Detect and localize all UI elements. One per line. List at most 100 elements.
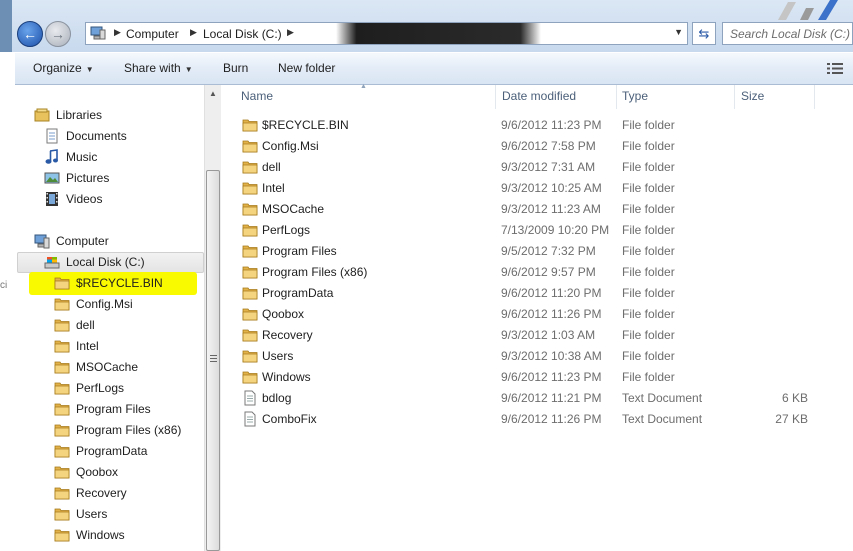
file-name: Recovery	[262, 328, 313, 342]
file-row[interactable]: bdlog 9/6/2012 11:21 PM Text Document 6 KB	[221, 388, 853, 409]
column-divider[interactable]	[814, 85, 815, 109]
file-row[interactable]: Qoobox 9/6/2012 11:26 PM File folder	[221, 304, 853, 325]
file-row[interactable]: dell 9/3/2012 7:31 AM File folder	[221, 157, 853, 178]
file-row[interactable]: Config.Msi 9/6/2012 7:58 PM File folder	[221, 136, 853, 157]
computer-icon	[34, 234, 50, 249]
folder-icon	[242, 264, 258, 280]
file-row[interactable]: Recovery 9/3/2012 1:03 AM File folder	[221, 325, 853, 346]
file-date-modified: 9/6/2012 11:20 PM	[501, 286, 602, 300]
file-row[interactable]: Intel 9/3/2012 10:25 AM File folder	[221, 178, 853, 199]
nav-item-pictures[interactable]: Pictures	[44, 168, 109, 188]
nav-folder-item[interactable]: $RECYCLE.BIN	[54, 273, 163, 293]
folder-icon	[242, 327, 258, 343]
file-date-modified: 9/5/2012 7:32 PM	[501, 244, 596, 258]
file-name: MSOCache	[262, 202, 325, 216]
nav-folder-item[interactable]: dell	[54, 315, 95, 335]
new-folder-button[interactable]: New folder	[278, 61, 335, 75]
nav-folder-item[interactable]: Program Files	[54, 399, 151, 419]
file-row[interactable]: Program Files (x86) 9/6/2012 9:57 PM File …	[221, 262, 853, 283]
file-name: Intel	[262, 181, 285, 195]
file-row[interactable]: Program Files 9/5/2012 7:32 PM File folder	[221, 241, 853, 262]
nav-item-music[interactable]: Music	[44, 147, 97, 167]
column-divider[interactable]	[495, 85, 496, 109]
column-header-type[interactable]: Type	[622, 89, 648, 103]
folder-icon	[242, 243, 258, 259]
file-date-modified: 7/13/2009 10:20 PM	[501, 223, 610, 237]
text-document-icon	[242, 411, 258, 427]
breadcrumb-separator-icon[interactable]: ▶	[114, 27, 121, 38]
scroll-up-icon[interactable]: ▲	[205, 85, 221, 102]
file-row[interactable]: ComboFix 9/6/2012 11:26 PM Text Document 27…	[221, 409, 853, 430]
file-row[interactable]: $RECYCLE.BIN 9/6/2012 11:23 PM File folder	[221, 115, 853, 136]
nav-folder-label: Qoobox	[76, 465, 119, 479]
breadcrumb-separator-icon[interactable]: ▶	[287, 27, 294, 38]
nav-folder-item[interactable]: Intel	[54, 336, 99, 356]
back-button[interactable]: ←	[17, 21, 43, 47]
refresh-button[interactable]: ⇆	[692, 22, 716, 45]
nav-item-libraries[interactable]: Libraries	[34, 105, 102, 125]
column-divider[interactable]	[734, 85, 735, 109]
file-name: ComboFix	[262, 412, 317, 426]
burn-button[interactable]: Burn	[223, 61, 248, 75]
file-type: Text Document	[622, 391, 703, 405]
nav-scrollbar-thumb[interactable]	[206, 170, 220, 551]
forward-button[interactable]: →	[45, 21, 71, 47]
change-view-icon[interactable]	[827, 62, 843, 75]
file-type: File folder	[622, 244, 675, 258]
nav-folder-item[interactable]: MSOCache	[54, 357, 138, 377]
nav-folder-item[interactable]: ProgramData	[54, 441, 147, 461]
folder-icon	[54, 275, 70, 291]
nav-folder-item[interactable]: Config.Msi	[54, 294, 133, 314]
folder-icon	[54, 422, 70, 438]
refresh-icon: ⇆	[698, 25, 710, 41]
nav-item-local-disk[interactable]: Local Disk (C:)	[44, 252, 145, 272]
nav-item-label: Videos	[66, 192, 103, 206]
file-row[interactable]: MSOCache 9/3/2012 11:23 AM File folder	[221, 199, 853, 220]
file-date-modified: 9/3/2012 10:38 AM	[501, 349, 602, 363]
file-row[interactable]: ProgramData 9/6/2012 11:20 PM File folder	[221, 283, 853, 304]
chevron-down-icon[interactable]: ▼	[674, 27, 683, 37]
file-row[interactable]: Windows 9/6/2012 11:23 PM File folder	[221, 367, 853, 388]
file-type: File folder	[622, 181, 675, 195]
organize-button[interactable]: Organize ▼	[33, 61, 94, 75]
nav-folder-item[interactable]: Windows	[54, 525, 125, 545]
file-type: File folder	[622, 370, 675, 384]
nav-scrollbar[interactable]: ▲	[204, 85, 221, 551]
nav-item-documents[interactable]: Documents	[44, 126, 127, 146]
breadcrumb-computer[interactable]: Computer	[126, 27, 179, 41]
nav-folder-item[interactable]: Program Files (x86)	[54, 420, 181, 440]
chevron-down-icon: ▼	[85, 65, 94, 74]
breadcrumb-local-disk[interactable]: Local Disk (C:)	[203, 27, 282, 41]
nav-folder-item[interactable]: Users	[54, 504, 107, 524]
pictures-icon	[44, 172, 60, 184]
libraries-icon	[34, 108, 50, 122]
file-row[interactable]: Users 9/3/2012 10:38 AM File folder	[221, 346, 853, 367]
local-disk-icon	[44, 257, 60, 269]
nav-item-videos[interactable]: Videos	[44, 189, 102, 209]
breadcrumb-separator-icon[interactable]: ▶	[190, 27, 197, 38]
nav-folder-item[interactable]: PerfLogs	[54, 378, 124, 398]
search-input[interactable]	[723, 23, 852, 44]
column-header-size[interactable]: Size	[741, 89, 764, 103]
column-header-date-modified[interactable]: Date modified	[502, 89, 576, 103]
address-bar[interactable]: ▶ Computer ▶ Local Disk (C:) ▶ ▼	[85, 22, 688, 45]
folder-icon	[242, 117, 258, 133]
nav-folder-label: ProgramData	[76, 444, 148, 458]
search-box[interactable]	[722, 22, 853, 45]
navigation-pane[interactable]: Libraries Documents Music Pictures Video…	[15, 85, 221, 551]
scroll-grip-icon	[210, 355, 217, 364]
file-date-modified: 9/6/2012 9:57 PM	[501, 265, 596, 279]
file-list[interactable]: Name ▲ Date modified Type Size $RECYCLE.…	[221, 83, 853, 551]
back-arrow-icon: ←	[23, 26, 37, 42]
file-type: File folder	[622, 118, 675, 132]
nav-item-computer[interactable]: Computer	[34, 231, 109, 251]
folder-icon	[54, 401, 70, 417]
file-date-modified: 9/3/2012 11:23 AM	[501, 202, 601, 216]
nav-folder-item[interactable]: Qoobox	[54, 462, 118, 482]
column-header-name[interactable]: Name	[241, 89, 273, 103]
nav-folder-item[interactable]: Recovery	[54, 483, 127, 503]
share-with-button[interactable]: Share with ▼	[124, 61, 193, 75]
file-row[interactable]: PerfLogs 7/13/2009 10:20 PM File folder	[221, 220, 853, 241]
text-document-icon	[242, 390, 258, 406]
column-divider[interactable]	[616, 85, 617, 109]
